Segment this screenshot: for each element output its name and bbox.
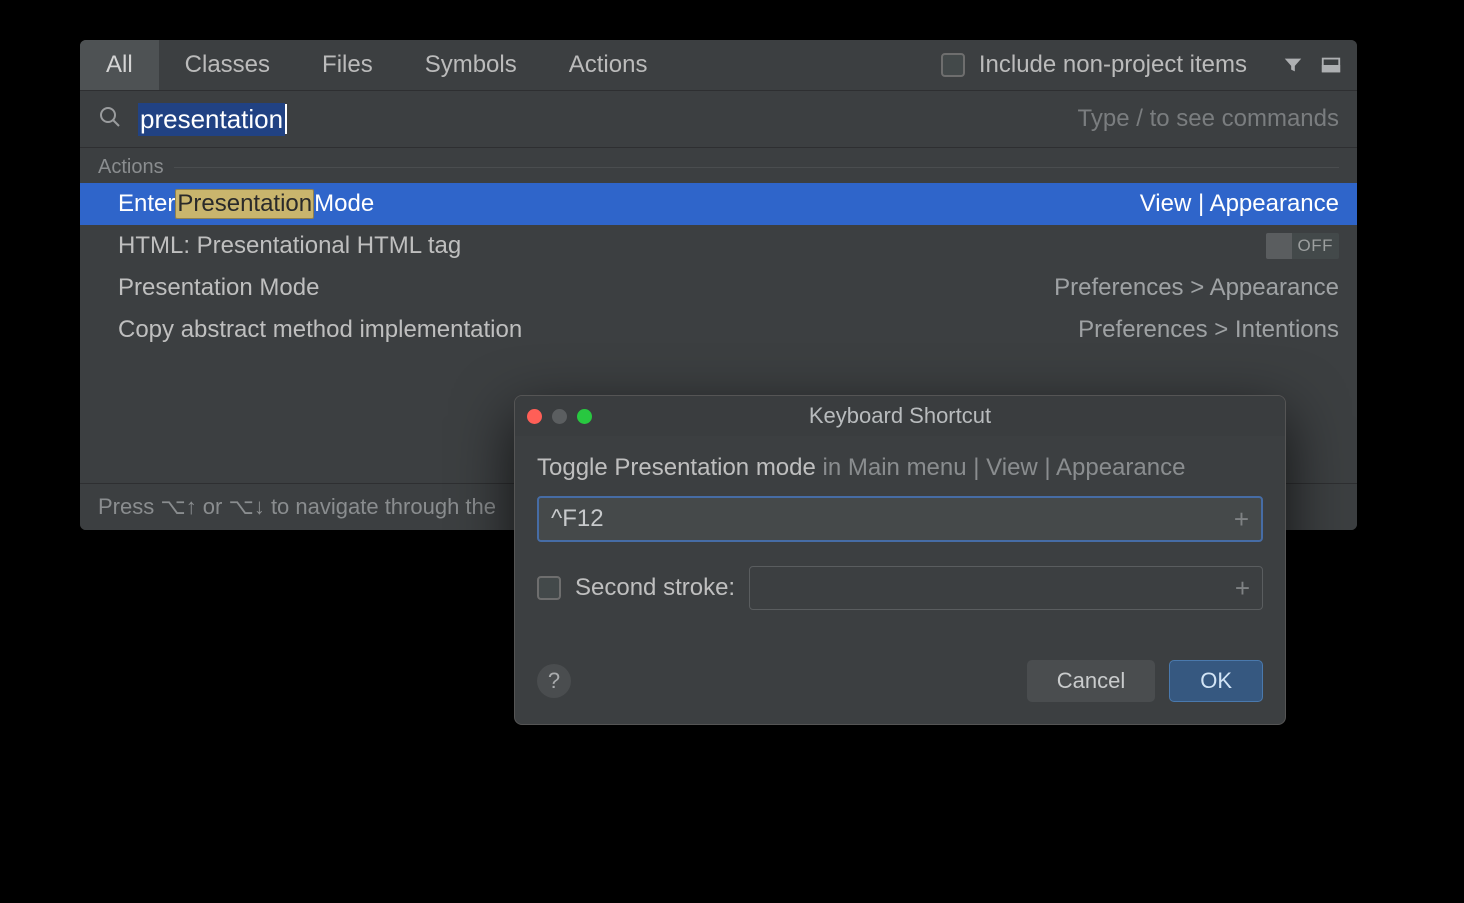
result-text: Enter: [118, 190, 175, 218]
plus-icon[interactable]: +: [1234, 504, 1249, 535]
pin-window-icon[interactable]: [1319, 53, 1343, 77]
dialog-footer: ? Cancel OK: [515, 642, 1285, 724]
search-hint: Type / to see commands: [1078, 105, 1339, 133]
result-text: HTML: Presentational HTML tag: [118, 232, 461, 260]
action-description: Toggle Presentation mode in Main menu | …: [537, 454, 1263, 482]
caret-icon: [285, 104, 287, 134]
shortcut-value: ^F12: [551, 505, 604, 533]
close-icon[interactable]: [527, 409, 542, 424]
shortcut-input[interactable]: ^F12 +: [537, 496, 1263, 542]
action-path: in Main menu | View | Appearance: [823, 454, 1186, 481]
second-stroke-checkbox[interactable]: [537, 576, 561, 600]
result-text: Mode: [314, 190, 374, 218]
second-stroke-row: Second stroke: +: [537, 566, 1263, 610]
result-presentation-mode-pref[interactable]: Presentation Mode Preferences > Appearan…: [80, 267, 1357, 309]
search-icon: [98, 105, 122, 134]
cancel-button[interactable]: Cancel: [1027, 660, 1155, 702]
result-text: Copy abstract method implementation: [118, 316, 522, 344]
traffic-lights: [527, 409, 592, 424]
search-input[interactable]: presentation: [138, 103, 1078, 136]
result-highlight: Presentation: [175, 189, 314, 219]
plus-icon[interactable]: +: [1235, 573, 1250, 604]
ok-button[interactable]: OK: [1169, 660, 1263, 702]
action-name: Toggle Presentation mode: [537, 454, 816, 481]
dialog-body: Toggle Presentation mode in Main menu | …: [515, 436, 1285, 642]
dialog-titlebar: Keyboard Shortcut: [515, 396, 1285, 436]
tab-all[interactable]: All: [80, 40, 159, 90]
tab-classes[interactable]: Classes: [159, 40, 296, 90]
tab-symbols[interactable]: Symbols: [399, 40, 543, 90]
zoom-icon[interactable]: [577, 409, 592, 424]
filter-icon[interactable]: [1281, 53, 1305, 77]
tab-files[interactable]: Files: [296, 40, 399, 90]
search-query: presentation: [138, 103, 285, 136]
result-copy-abstract-method[interactable]: Copy abstract method implementation Pref…: [80, 309, 1357, 351]
keyboard-shortcut-dialog: Keyboard Shortcut Toggle Presentation mo…: [514, 395, 1286, 725]
tab-actions[interactable]: Actions: [543, 40, 674, 90]
result-location: View | Appearance: [1140, 190, 1339, 218]
result-enter-presentation-mode[interactable]: Enter Presentation Mode View | Appearanc…: [80, 183, 1357, 225]
second-stroke-label: Second stroke:: [575, 574, 735, 602]
search-row: presentation Type / to see commands: [80, 90, 1357, 148]
dialog-title: Keyboard Shortcut: [515, 403, 1285, 429]
result-location: Preferences > Intentions: [1078, 316, 1339, 344]
second-stroke-input[interactable]: +: [749, 566, 1263, 610]
help-button[interactable]: ?: [537, 664, 571, 698]
tabs-row: All Classes Files Symbols Actions Includ…: [80, 40, 1357, 90]
result-location: Preferences > Appearance: [1054, 274, 1339, 302]
section-header-actions: Actions: [80, 148, 1357, 183]
include-nonproject[interactable]: Include non-project items: [941, 51, 1247, 79]
minimize-icon: [552, 409, 567, 424]
result-text: Presentation Mode: [118, 274, 319, 302]
include-checkbox[interactable]: [941, 53, 965, 77]
toggle-off[interactable]: OFF: [1266, 233, 1340, 259]
include-label: Include non-project items: [979, 51, 1247, 79]
result-html-presentational-tag[interactable]: HTML: Presentational HTML tag OFF: [80, 225, 1357, 267]
